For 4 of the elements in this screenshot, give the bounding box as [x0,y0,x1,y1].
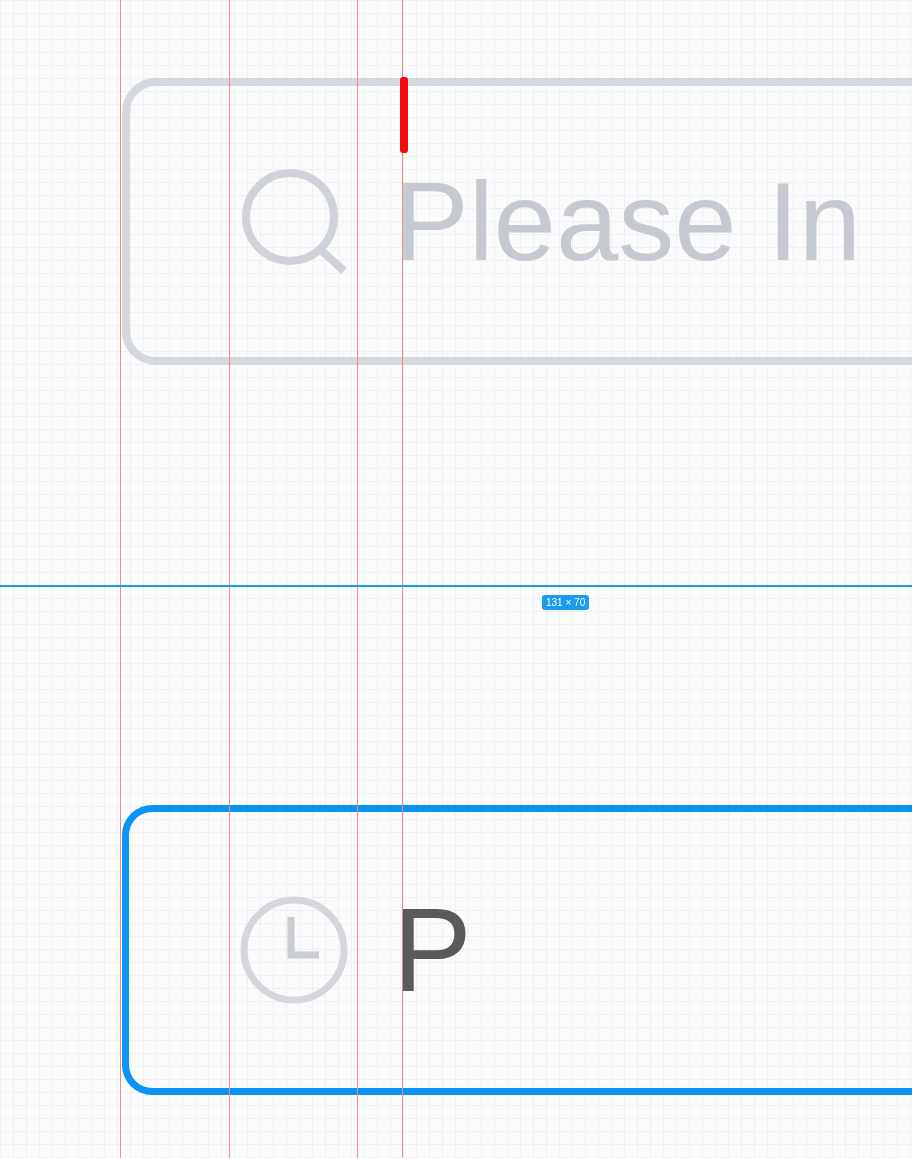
time-field[interactable]: P [122,805,912,1095]
measurement-label: 131 × 70 [542,595,590,610]
clock-icon [239,895,349,1005]
field-value: P [393,883,473,1018]
